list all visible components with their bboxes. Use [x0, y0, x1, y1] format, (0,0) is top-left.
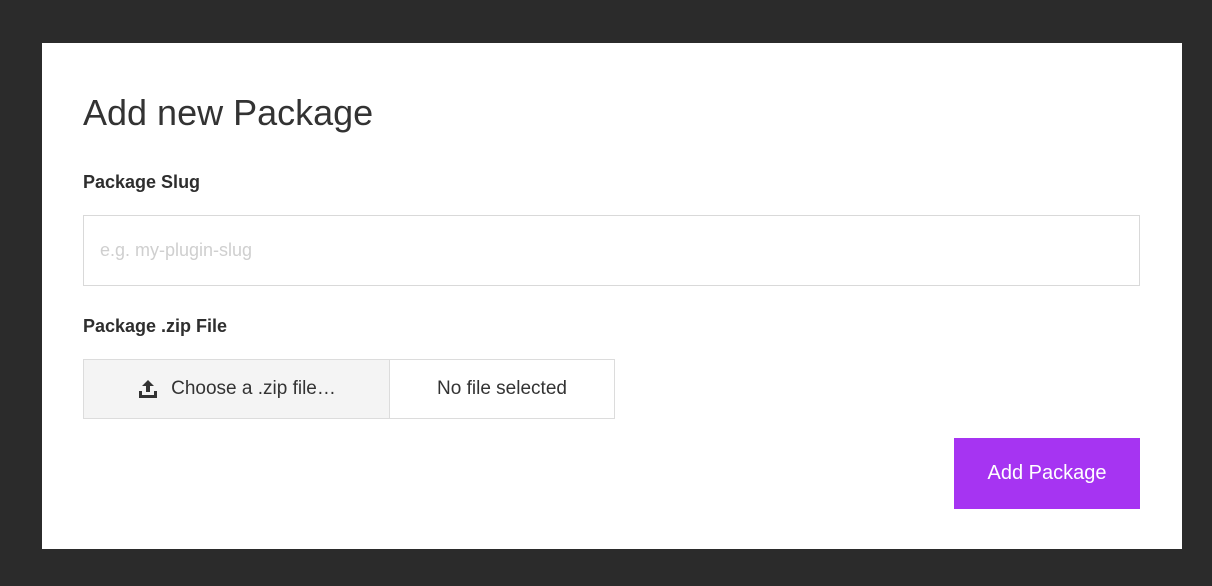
add-package-card: Add new Package Package Slug Package .zi… — [42, 43, 1182, 549]
upload-icon — [137, 379, 159, 399]
add-package-button[interactable]: Add Package — [954, 438, 1140, 509]
file-status-text: No file selected — [390, 360, 614, 418]
page-title: Add new Package — [83, 92, 374, 133]
file-picker: Choose a .zip file… No file selected — [83, 359, 615, 419]
choose-file-label: Choose a .zip file… — [171, 378, 336, 399]
package-slug-label: Package Slug — [83, 172, 201, 192]
choose-file-button[interactable]: Choose a .zip file… — [84, 360, 390, 418]
package-zip-label: Package .zip File — [83, 316, 228, 336]
package-slug-input[interactable] — [83, 215, 1140, 286]
